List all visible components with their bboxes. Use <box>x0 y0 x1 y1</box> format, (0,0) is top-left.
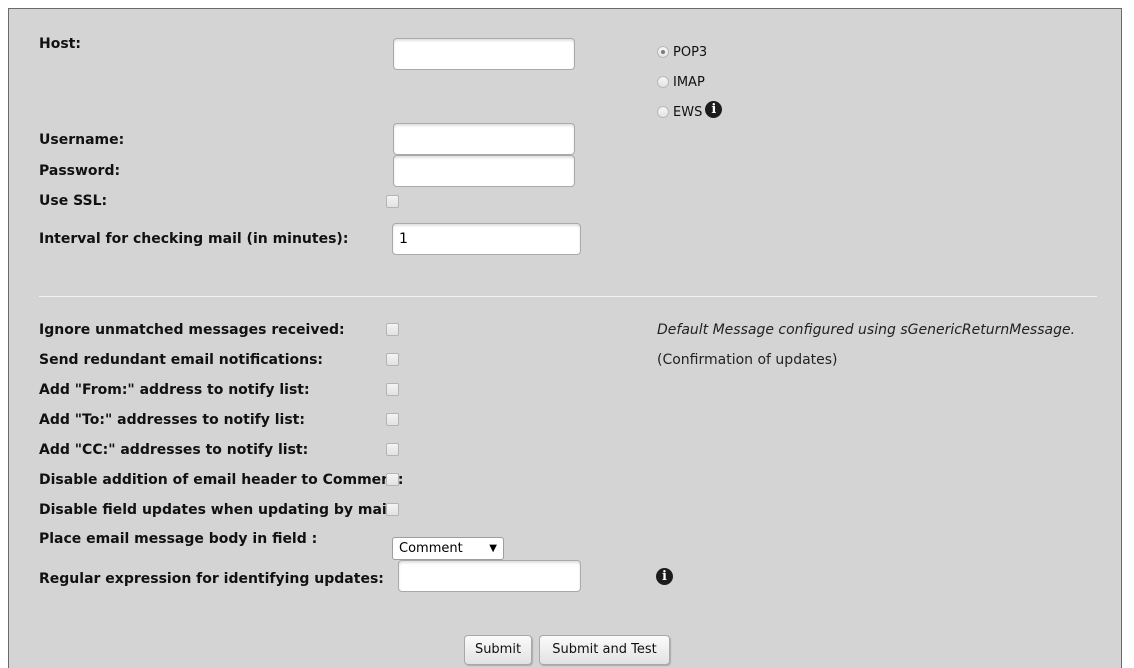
option-label-add-to: Add "To:" addresses to notify list: <box>39 412 305 428</box>
option-label-disable-header: Disable addition of email header to Comm… <box>39 472 404 488</box>
info-icon[interactable]: i <box>705 100 723 118</box>
submit-and-test-button[interactable]: Submit and Test <box>539 635 670 665</box>
option-label-disable-field-updates: Disable field updates when updating by m… <box>39 502 398 518</box>
disable-header-checkbox[interactable] <box>386 473 399 486</box>
username-input[interactable] <box>393 123 575 155</box>
add-from-checkbox[interactable] <box>386 383 399 396</box>
protocol-option-ews[interactable]: EWS i <box>657 100 723 122</box>
username-label: Username: <box>39 132 125 148</box>
ignore-unmatched-note: Default Message configured using sGeneri… <box>657 322 1076 338</box>
use-ssl-checkbox[interactable] <box>386 195 399 208</box>
add-cc-checkbox[interactable] <box>386 443 399 456</box>
submit-button[interactable]: Submit <box>464 635 532 665</box>
regex-input[interactable] <box>398 560 581 592</box>
imap-label: IMAP <box>673 74 705 90</box>
interval-label: Interval for checking mail (in minutes): <box>39 231 349 247</box>
body-field-select[interactable]: Comment ▼ <box>392 537 504 560</box>
protocol-option-imap[interactable]: IMAP <box>657 72 705 92</box>
password-input[interactable] <box>393 155 575 187</box>
protocol-option-pop3[interactable]: POP3 <box>657 42 707 62</box>
host-input[interactable] <box>393 38 575 70</box>
option-label-ignore-unmatched: Ignore unmatched messages received: <box>39 322 345 338</box>
add-to-checkbox[interactable] <box>386 413 399 426</box>
body-field-value: Comment <box>399 541 463 556</box>
pop3-label: POP3 <box>673 44 708 60</box>
dropdown-arrow-icon: ▼ <box>489 543 497 554</box>
disable-field-updates-checkbox[interactable] <box>386 503 399 516</box>
ews-label: EWS <box>673 104 703 120</box>
pop3-radio[interactable] <box>657 46 669 58</box>
ews-radio[interactable] <box>657 106 669 118</box>
ignore-unmatched-checkbox[interactable] <box>386 323 399 336</box>
body-field-label: Place email message body in field : <box>39 531 318 547</box>
option-label-add-from: Add "From:" address to notify list: <box>39 382 310 398</box>
option-label-send-redundant: Send redundant email notifications: <box>39 352 324 368</box>
section-divider <box>39 296 1097 297</box>
regex-label: Regular expression for identifying updat… <box>39 571 384 587</box>
interval-input[interactable] <box>392 223 581 255</box>
option-label-add-cc: Add "CC:" addresses to notify list: <box>39 442 309 458</box>
send-redundant-checkbox[interactable] <box>386 353 399 366</box>
use-ssl-label: Use SSL: <box>39 193 108 209</box>
imap-radio[interactable] <box>657 76 669 88</box>
host-label: Host: <box>39 36 81 52</box>
password-label: Password: <box>39 163 121 179</box>
email-settings-panel: Host: POP3 IMAP EWS i Username: Password… <box>8 8 1122 668</box>
send-redundant-note: (Confirmation of updates) <box>657 352 838 368</box>
info-icon[interactable]: i <box>656 568 673 585</box>
